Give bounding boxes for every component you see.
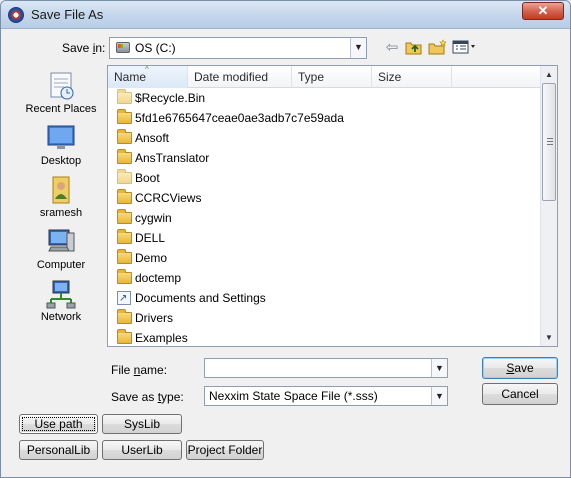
file-name: Examples [135, 331, 188, 345]
save-in-dropdown[interactable]: OS (C:) ▼ [109, 37, 367, 59]
folder-icon [117, 329, 132, 344]
place-label: Computer [36, 259, 86, 271]
folder-icon [117, 89, 132, 104]
file-row[interactable]: doctemp [108, 268, 541, 288]
place-computer[interactable]: Computer [19, 227, 103, 271]
computer-icon [45, 227, 77, 257]
file-name-label: File name: [111, 363, 168, 377]
column-size[interactable]: Size [372, 66, 452, 88]
column-name-label: Name [114, 70, 147, 84]
file-name-field[interactable] [205, 359, 431, 377]
file-row[interactable]: cygwin [108, 208, 541, 228]
folder-icon [117, 309, 132, 324]
places-bar: Recent Places Desktop sramesh Computer N… [19, 65, 103, 335]
grip-icon [547, 138, 553, 145]
file-row[interactable]: Ansoft [108, 128, 541, 148]
file-row[interactable]: Boot [108, 168, 541, 188]
folder-icon [117, 109, 132, 124]
file-row[interactable]: DELL [108, 228, 541, 248]
folder-icon [117, 169, 132, 184]
column-type[interactable]: Type [292, 66, 372, 88]
file-name: AnsTranslator [135, 151, 210, 165]
place-label: sramesh [39, 207, 83, 219]
save-as-type-value: Nexxim State Space File (*.sss) [209, 389, 378, 403]
column-header: ^ Name Date modified Type Size [108, 66, 541, 88]
folder-icon [117, 209, 132, 224]
chevron-down-icon[interactable]: ▼ [350, 38, 366, 58]
save-in-label: Save in: [62, 41, 106, 55]
project-folder-button[interactable]: Project Folder [186, 440, 264, 460]
drive-icon [116, 42, 130, 53]
file-row[interactable]: 5fd1e6765647ceae0ae3adb7c7e59ada [108, 108, 541, 128]
file-row[interactable]: Examples [108, 328, 541, 346]
file-row[interactable]: CCRCViews [108, 188, 541, 208]
file-row[interactable]: Drivers [108, 308, 541, 328]
shortcut-icon [117, 289, 131, 309]
use-path-button[interactable]: Use path [19, 414, 98, 434]
save-file-as-dialog: Save File As ✕ Save in: OS (C:) ▼ ⇦ Rece… [0, 0, 571, 478]
views-menu-icon[interactable] [452, 39, 480, 57]
file-name: Documents and Settings [135, 291, 266, 305]
userlib-button[interactable]: UserLib [102, 440, 182, 460]
file-name-input[interactable]: ▼ [204, 358, 448, 378]
scroll-thumb[interactable] [542, 83, 556, 201]
place-recent-places[interactable]: Recent Places [19, 71, 103, 115]
column-name[interactable]: ^ Name [108, 66, 188, 88]
column-date-modified[interactable]: Date modified [188, 66, 292, 88]
folder-icon [117, 249, 132, 264]
file-name: 5fd1e6765647ceae0ae3adb7c7e59ada [135, 111, 344, 125]
file-name: CCRCViews [135, 191, 202, 205]
network-icon [45, 279, 77, 309]
scroll-down-arrow-icon[interactable]: ▼ [541, 329, 557, 346]
save-as-type-dropdown[interactable]: Nexxim State Space File (*.sss) ▼ [204, 386, 448, 406]
file-rows: $Recycle.Bin 5fd1e6765647ceae0ae3adb7c7e5… [108, 88, 541, 346]
file-name: doctemp [135, 271, 182, 285]
folder-icon [117, 129, 132, 144]
app-logo-icon [8, 7, 24, 23]
sort-ascending-icon: ^ [145, 65, 149, 74]
file-row[interactable]: Documents and Settings [108, 288, 541, 309]
place-user-folder[interactable]: sramesh [19, 175, 103, 219]
dialog-title: Save File As [31, 7, 104, 22]
new-folder-icon[interactable] [428, 39, 448, 57]
recent-places-icon [45, 71, 77, 101]
place-label: Recent Places [25, 103, 97, 115]
folder-icon [117, 269, 132, 284]
save-button[interactable]: Save [482, 357, 558, 379]
folder-icon [117, 149, 132, 164]
place-label: Desktop [40, 155, 82, 167]
file-row[interactable]: $Recycle.Bin [108, 88, 541, 108]
user-folder-icon [45, 175, 77, 205]
file-name: $Recycle.Bin [135, 91, 206, 105]
desktop-icon [45, 123, 77, 153]
syslib-button[interactable]: SysLib [102, 414, 182, 434]
file-row[interactable]: Demo [108, 248, 541, 268]
file-name: Drivers [135, 311, 173, 325]
place-desktop[interactable]: Desktop [19, 123, 103, 167]
chevron-down-icon[interactable]: ▼ [431, 359, 447, 377]
chevron-down-icon[interactable]: ▼ [431, 387, 447, 405]
cancel-button[interactable]: Cancel [482, 383, 558, 405]
title-bar[interactable]: Save File As ✕ [1, 1, 570, 29]
file-name: Demo [135, 251, 168, 265]
save-as-type-label: Save as type: [111, 390, 184, 404]
folder-icon [117, 189, 132, 204]
back-arrow-icon[interactable]: ⇦ [384, 39, 400, 57]
file-name: Ansoft [135, 131, 170, 145]
folder-icon [117, 229, 132, 244]
place-network[interactable]: Network [19, 279, 103, 323]
file-name: cygwin [135, 211, 172, 225]
place-label: Network [40, 311, 82, 323]
save-in-value: OS (C:) [135, 41, 176, 55]
file-name: DELL [135, 231, 166, 245]
file-list[interactable]: ^ Name Date modified Type Size $Recycle.B… [107, 65, 558, 347]
file-name: Boot [135, 171, 160, 185]
scroll-up-arrow-icon[interactable]: ▲ [541, 66, 557, 83]
close-button[interactable]: ✕ [522, 2, 564, 20]
personallib-button[interactable]: PersonalLib [19, 440, 98, 460]
file-row[interactable]: AnsTranslator [108, 148, 541, 168]
vertical-scrollbar[interactable]: ▲ ▼ [540, 66, 557, 346]
up-folder-icon[interactable] [405, 39, 423, 57]
